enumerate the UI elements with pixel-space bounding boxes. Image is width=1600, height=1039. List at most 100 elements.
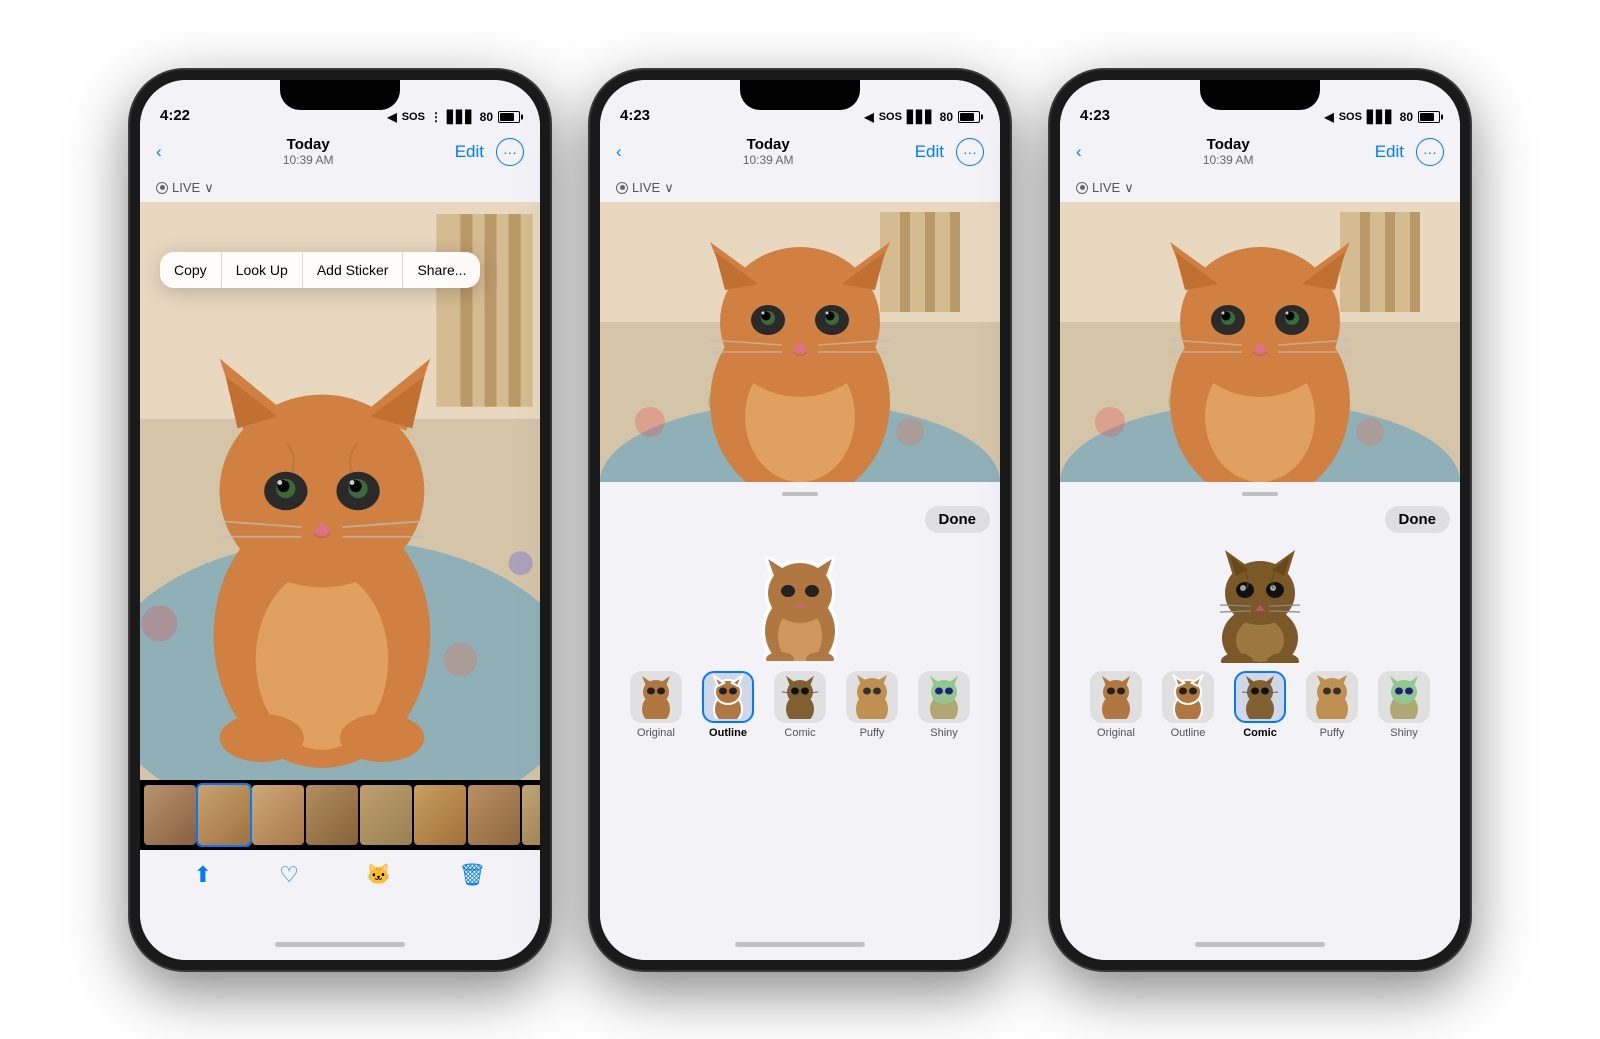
share-button-1[interactable]: ⬆	[194, 862, 212, 888]
notch-3	[1200, 80, 1320, 110]
thumb-item-4[interactable]	[306, 785, 358, 845]
sticker-style-puffy-3[interactable]: Puffy	[1306, 671, 1358, 739]
sticker-style-shiny-2[interactable]: Shiny	[918, 671, 970, 739]
trash-button-1[interactable]: 🗑	[458, 862, 486, 888]
live-chevron-2: ∨	[664, 180, 674, 196]
live-badge-2[interactable]: LIVE ∨	[616, 180, 674, 196]
thumb-item-2[interactable]	[198, 785, 250, 845]
nav-actions-3: Edit ···	[1375, 138, 1444, 166]
status-bar-3: 4:23 ◀ SOS ▋▋▋ 80	[1060, 80, 1460, 130]
nav-bar-3: ‹ Today 10:39 AM Edit ···	[1060, 130, 1460, 174]
back-chevron-1: ‹	[156, 142, 162, 162]
context-menu-share[interactable]: Share...	[403, 252, 480, 288]
trash-icon-1: 🗑	[458, 862, 486, 888]
thumb-item-3[interactable]	[252, 785, 304, 845]
sticker-thumb-comic-3	[1234, 671, 1286, 723]
status-icons-2: ◀ SOS ▋▋▋ 80	[864, 110, 980, 124]
status-bar-1: 4:22 ◀ SOS ⋮ ▋▋▋ 80	[140, 80, 540, 130]
drag-handle-3	[1242, 492, 1278, 496]
sticker-style-original-3[interactable]: Original	[1090, 671, 1142, 739]
more-button-1[interactable]: ···	[496, 138, 524, 166]
live-badge-3[interactable]: LIVE ∨	[1076, 180, 1134, 196]
photo-area-3[interactable]	[1060, 202, 1460, 482]
nav-actions-2: Edit ···	[915, 138, 984, 166]
battery-num-2: 80	[940, 110, 953, 124]
edit-button-2[interactable]: Edit	[915, 142, 944, 162]
battery-num-1: 80	[480, 110, 493, 124]
home-bar-1	[275, 942, 405, 947]
sticker-label-comic-3: Comic	[1243, 727, 1277, 739]
sticker-style-comic-2[interactable]: Comic	[774, 671, 826, 739]
nav-title-2: Today 10:39 AM	[743, 136, 794, 167]
share-icon-1: ⬆	[194, 862, 212, 888]
edit-button-1[interactable]: Edit	[455, 142, 484, 162]
status-time-3: 4:23	[1080, 107, 1110, 124]
more-button-2[interactable]: ···	[956, 138, 984, 166]
context-menu-sticker[interactable]: Add Sticker	[303, 252, 404, 288]
context-menu-lookup[interactable]: Look Up	[222, 252, 303, 288]
sticker-thumb-shiny-3	[1378, 671, 1430, 723]
nav-title-sub-2: 10:39 AM	[743, 153, 794, 167]
sticker-panel-3: Done	[1060, 482, 1460, 930]
location-icon-3: ◀	[1324, 110, 1333, 124]
sticker-preview-2	[610, 541, 990, 661]
thumb-item-1[interactable]	[144, 785, 196, 845]
sticker-preview-3	[1070, 541, 1450, 661]
sticker-style-puffy-2[interactable]: Puffy	[846, 671, 898, 739]
thumb-item-8[interactable]	[522, 785, 540, 845]
sticker-thumb-cat-shiny	[924, 674, 964, 719]
sticker-label-shiny-2: Shiny	[930, 727, 958, 739]
cat-button-1[interactable]: 🐱	[366, 862, 391, 887]
battery-fill-2	[960, 113, 974, 121]
battery-fill-1	[500, 113, 514, 121]
wifi-bars-2: ▋▋▋	[907, 110, 935, 124]
sticker-style-comic-3[interactable]: Comic	[1234, 671, 1286, 739]
live-badge-1[interactable]: LIVE ∨	[156, 180, 214, 196]
more-button-3[interactable]: ···	[1416, 138, 1444, 166]
sos-label-1: SOS	[402, 111, 425, 123]
cat-svg-3	[1060, 202, 1460, 482]
sticker-thumb-cat-original	[636, 674, 676, 719]
live-label-3: LIVE	[1092, 180, 1120, 195]
sticker-thumb-cat-outline	[708, 674, 748, 719]
context-menu-copy[interactable]: Copy	[160, 252, 222, 288]
sticker-style-outline-2[interactable]: Outline	[702, 671, 754, 739]
done-button-3[interactable]: Done	[1385, 506, 1451, 533]
heart-button-1[interactable]: ♡	[279, 862, 299, 888]
photo-area-2[interactable]	[600, 202, 1000, 482]
sticker-label-shiny-3: Shiny	[1390, 727, 1418, 739]
live-dot-2	[616, 182, 628, 194]
sticker-thumb-outline-3	[1162, 671, 1214, 723]
done-button-2[interactable]: Done	[925, 506, 991, 533]
thumb-item-6[interactable]	[414, 785, 466, 845]
battery-icon-2	[958, 111, 980, 123]
sticker-thumb-original-3	[1090, 671, 1142, 723]
edit-button-3[interactable]: Edit	[1375, 142, 1404, 162]
nav-title-1: Today 10:39 AM	[283, 136, 334, 167]
sticker-label-original-2: Original	[637, 727, 675, 739]
done-row-3: Done	[1070, 506, 1450, 533]
nav-title-3: Today 10:39 AM	[1203, 136, 1254, 167]
sticker-style-original-2[interactable]: Original	[630, 671, 682, 739]
more-icon-2: ···	[963, 144, 977, 160]
back-button-1[interactable]: ‹	[156, 142, 162, 162]
back-button-3[interactable]: ‹	[1076, 142, 1082, 162]
sticker-style-shiny-3[interactable]: Shiny	[1378, 671, 1430, 739]
thumb-item-5[interactable]	[360, 785, 412, 845]
context-menu-1: Copy Look Up Add Sticker Share...	[160, 252, 480, 288]
more-icon-1: ···	[503, 144, 517, 160]
live-dot-inner-1	[160, 185, 165, 190]
phone-2-screen: 4:23 ◀ SOS ▋▋▋ 80 ‹ Today 10	[600, 80, 1000, 960]
photo-area-1[interactable]: Copy Look Up Add Sticker Share...	[140, 202, 540, 780]
sticker-style-outline-3[interactable]: Outline	[1162, 671, 1214, 739]
sticker-thumb-cat-puffy	[852, 674, 892, 719]
back-button-2[interactable]: ‹	[616, 142, 622, 162]
battery-icon-1	[498, 111, 520, 123]
nav-title-sub-1: 10:39 AM	[283, 153, 334, 167]
sticker-thumb-original-2	[630, 671, 682, 723]
nav-actions-1: Edit ···	[455, 138, 524, 166]
phone-1: 4:22 ◀ SOS ⋮ ▋▋▋ 80 ‹ Today	[130, 70, 550, 970]
sticker-thumb-puffy-2	[846, 671, 898, 723]
thumb-item-7[interactable]	[468, 785, 520, 845]
thumb-strip-1	[140, 780, 540, 850]
